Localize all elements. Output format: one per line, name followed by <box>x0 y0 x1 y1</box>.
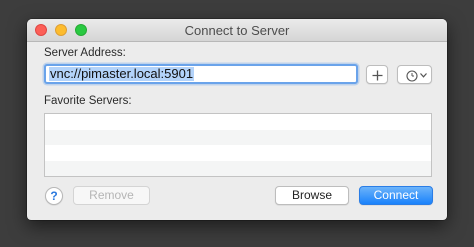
list-item[interactable] <box>45 129 431 145</box>
server-address-label: Server Address: <box>44 47 126 59</box>
help-button[interactable]: ? <box>45 187 63 205</box>
clock-icon <box>406 69 418 82</box>
connect-to-server-window: Connect to Server Server Address: vnc://… <box>27 19 447 220</box>
recent-servers-button[interactable] <box>397 65 432 84</box>
remove-button[interactable]: Remove <box>73 186 150 205</box>
add-favorite-button[interactable] <box>366 65 388 84</box>
browse-button[interactable]: Browse <box>275 186 349 205</box>
server-address-input[interactable]: vnc://pimaster.local:5901 <box>44 64 358 84</box>
favorite-servers-label: Favorite Servers: <box>44 95 132 107</box>
title-bar[interactable]: Connect to Server <box>27 19 447 42</box>
window-title: Connect to Server <box>184 23 290 38</box>
list-item[interactable] <box>45 145 431 161</box>
connect-button[interactable]: Connect <box>359 186 433 205</box>
server-address-value: vnc://pimaster.local:5901 <box>49 66 195 81</box>
plus-icon <box>372 70 383 80</box>
chevron-down-icon <box>420 73 427 78</box>
list-item[interactable] <box>45 160 431 176</box>
list-item[interactable] <box>45 114 431 130</box>
favorite-servers-list[interactable] <box>44 113 432 177</box>
